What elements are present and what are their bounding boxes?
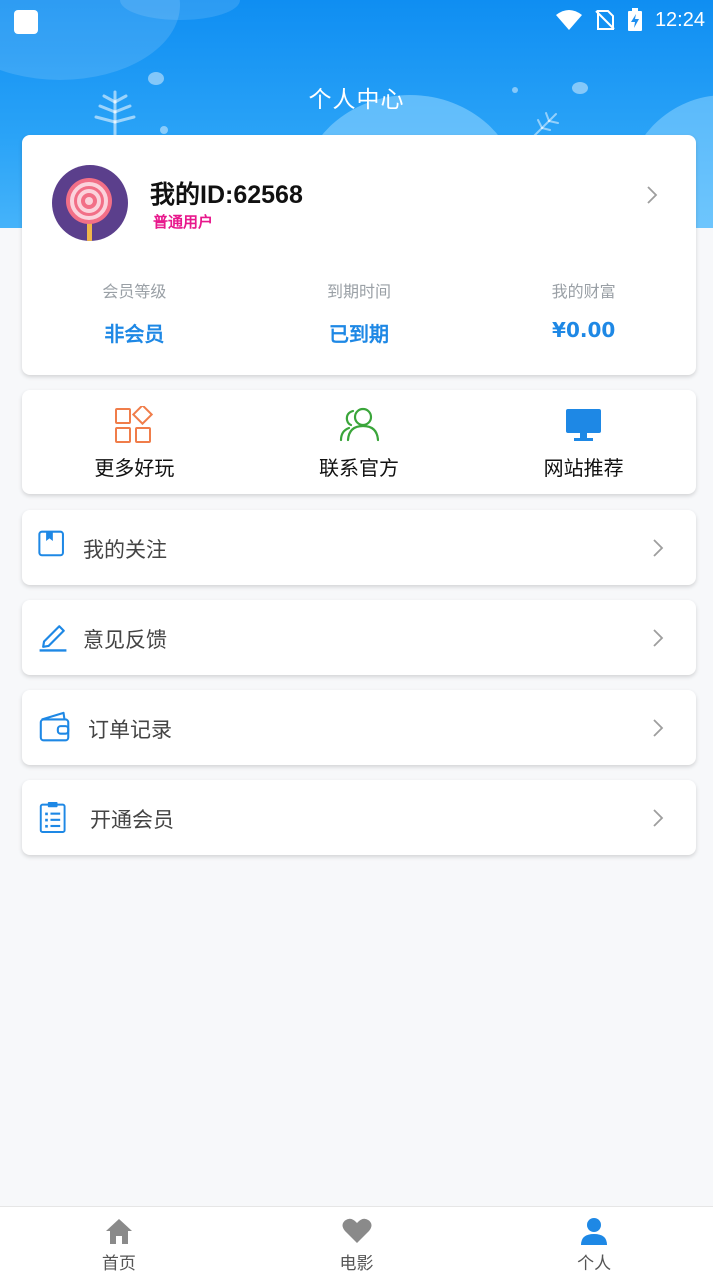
tab-label: 电影: [339, 1254, 374, 1274]
app-notification-icon: [14, 10, 38, 34]
monitor-icon: [565, 409, 601, 441]
user-id: 我的ID:62568: [150, 181, 303, 209]
chevron-right-icon: [653, 629, 664, 647]
quick-actions-card: 更多好玩 联系官方 网站推荐: [22, 390, 696, 494]
quick-label: 更多好玩: [94, 456, 175, 480]
stat-wealth[interactable]: 我的财富 ¥0.00: [471, 278, 696, 347]
menu-item-follows[interactable]: 我的关注: [22, 510, 696, 585]
bottom-tab-bar: 首页 电影 个人: [0, 1206, 713, 1281]
apps-grid-icon: [115, 406, 154, 443]
user-role-badge: 普通用户: [153, 213, 214, 231]
stat-label: 会员等级: [102, 282, 167, 301]
chevron-right-icon[interactable]: [646, 185, 658, 205]
person-icon: [581, 1218, 608, 1245]
stat-value: 已到期: [329, 322, 389, 346]
chevron-right-icon: [653, 809, 664, 827]
home-icon: [105, 1219, 132, 1244]
menu-label: 开通会员: [90, 808, 174, 832]
heart-icon: [342, 1218, 371, 1243]
menu-label: 意见反馈: [83, 628, 167, 652]
stat-label: 我的财富: [551, 282, 616, 301]
quick-site-recommend-button[interactable]: 网站推荐: [471, 390, 696, 494]
clock: 12:24: [654, 8, 705, 31]
menu-item-orders[interactable]: 订单记录: [22, 690, 696, 765]
stat-member-level[interactable]: 会员等级 非会员: [22, 278, 247, 347]
member-stats: 会员等级 非会员 到期时间 已到期 我的财富 ¥0.00: [22, 278, 696, 347]
quick-label: 网站推荐: [543, 456, 624, 480]
users-icon: [339, 407, 379, 442]
stat-value: ¥0.00: [552, 318, 616, 342]
tab-label: 首页: [101, 1254, 136, 1274]
quick-label: 联系官方: [319, 456, 399, 480]
menu-item-membership[interactable]: 开通会员: [22, 780, 696, 855]
avatar[interactable]: [52, 165, 128, 241]
profile-card[interactable]: 我的ID:62568 普通用户 会员等级 非会员 到期时间 已到期 我的财富 ¥…: [22, 135, 696, 375]
wallet-icon: [39, 711, 70, 742]
tab-profile[interactable]: 个人: [475, 1207, 713, 1281]
menu-label: 我的关注: [83, 538, 167, 562]
tab-label: 个人: [577, 1254, 612, 1274]
bookmark-icon: [38, 530, 64, 557]
stat-expiry[interactable]: 到期时间 已到期: [247, 278, 472, 347]
menu-item-feedback[interactable]: 意见反馈: [22, 600, 696, 675]
tab-home[interactable]: 首页: [0, 1207, 238, 1281]
stat-label: 到期时间: [327, 282, 392, 301]
menu-label: 订单记录: [88, 718, 172, 742]
no-sim-icon: [595, 10, 615, 30]
wifi-icon: [555, 10, 582, 30]
quick-contact-button[interactable]: 联系官方: [247, 390, 472, 494]
battery-charging-icon: [627, 8, 642, 31]
clipboard-list-icon: [39, 802, 66, 833]
status-bar: 12:24: [0, 0, 713, 44]
tab-movies[interactable]: 电影: [238, 1207, 476, 1281]
page-title: 个人中心: [308, 87, 405, 113]
edit-icon: [39, 625, 67, 652]
plant-decoration: [533, 112, 559, 137]
stat-value: 非会员: [104, 322, 165, 346]
chevron-right-icon: [653, 719, 664, 737]
chevron-right-icon: [653, 539, 664, 557]
lollipop-icon: [66, 178, 112, 241]
quick-more-fun-button[interactable]: 更多好玩: [22, 390, 247, 494]
